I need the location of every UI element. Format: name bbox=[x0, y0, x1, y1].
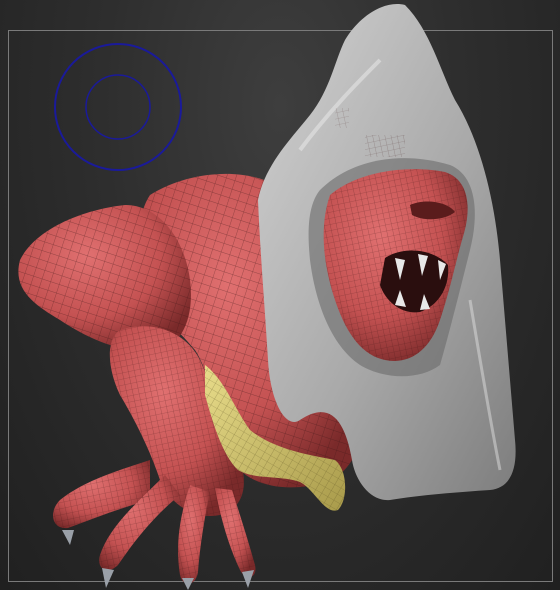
brush-cursor bbox=[54, 43, 182, 171]
creature-sculpt[interactable] bbox=[18, 4, 516, 590]
sculpt-viewport[interactable] bbox=[0, 0, 560, 590]
hood-mesh-patch bbox=[365, 135, 405, 157]
sculpt-canvas[interactable] bbox=[0, 0, 560, 590]
